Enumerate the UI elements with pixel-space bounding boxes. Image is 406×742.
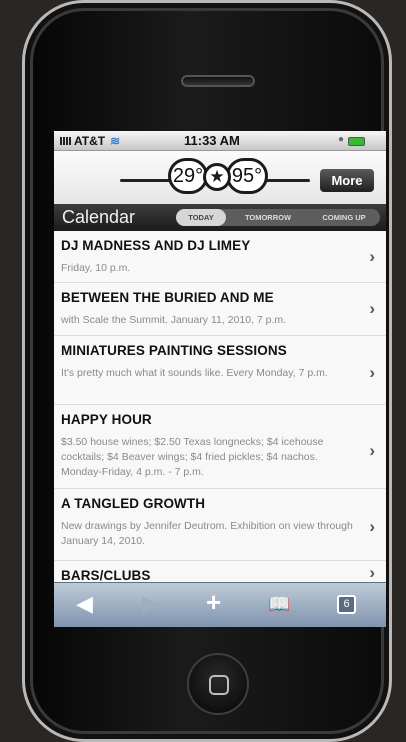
event-item-dj-madness[interactable]: DJ MADNESS AND DJ LIMEY Friday, 10 p.m. …	[54, 231, 386, 283]
event-title: DJ MADNESS AND DJ LIMEY	[61, 238, 251, 253]
phone-screen: AT&T ≋ 11:33 AM ● 29° 95° ★ More Calendar…	[54, 131, 386, 627]
event-title: BETWEEN THE BURIED AND ME	[61, 290, 274, 305]
status-bar: AT&T ≋ 11:33 AM ●	[54, 131, 386, 151]
home-button[interactable]	[187, 653, 249, 715]
carrier-label: AT&T	[74, 134, 106, 148]
event-description: New drawings by Jennifer Deutrom. Exhibi…	[61, 520, 353, 547]
event-item-tangled-growth[interactable]: A TANGLED GROWTH New drawings by Jennife…	[54, 489, 386, 561]
chevron-right-icon: ›	[369, 299, 375, 318]
calendar-title: Calendar	[62, 207, 136, 227]
plus-icon[interactable]: +	[206, 587, 221, 618]
status-time: 11:33 AM	[184, 133, 240, 148]
carrier-info: AT&T ≋	[60, 134, 120, 148]
event-item-miniatures[interactable]: MINIATURES PAINTING SESSIONS It's pretty…	[54, 336, 386, 405]
chevron-right-icon: ›	[369, 517, 375, 536]
forward-arrow-icon[interactable]: ▶	[142, 591, 159, 617]
wifi-icon: ≋	[110, 134, 121, 148]
event-item-happy-hour[interactable]: HAPPY HOUR $3.50 house wines; $2.50 Texa…	[54, 405, 386, 489]
more-button[interactable]: More	[320, 169, 374, 192]
battery-icon	[348, 137, 365, 146]
event-title: BARS/CLUBS	[61, 568, 151, 583]
star-icon: ★	[203, 163, 231, 191]
event-item-between-buried[interactable]: BETWEEN THE BURIED AND ME with Scale the…	[54, 283, 386, 336]
event-description: It's pretty much what it sounds like. Ev…	[61, 367, 328, 379]
event-description: Friday, 10 p.m.	[61, 262, 131, 274]
tab-today[interactable]: TODAY	[176, 209, 226, 226]
battery-indicator: ●	[338, 134, 368, 146]
home-square-icon	[209, 675, 229, 695]
calendar-header: Calendar TODAY TOMORROW COMING UP	[54, 204, 386, 231]
high-temperature: 95°	[226, 158, 268, 194]
back-arrow-icon[interactable]: ◀	[76, 591, 93, 617]
chevron-right-icon: ›	[369, 247, 375, 266]
event-title: HAPPY HOUR	[61, 412, 152, 427]
bookmarks-icon[interactable]: 📖	[268, 594, 290, 615]
event-description: $3.50 house wines; $2.50 Texas longnecks…	[61, 436, 324, 478]
lock-rotation-icon: ●	[338, 134, 345, 145]
tab-coming-up[interactable]: COMING UP	[308, 209, 380, 226]
event-list: DJ MADNESS AND DJ LIMEY Friday, 10 p.m. …	[54, 231, 386, 601]
calendar-tabs: TODAY TOMORROW COMING UP	[176, 209, 380, 226]
pages-icon[interactable]: 6	[337, 595, 356, 614]
chevron-right-icon: ›	[369, 441, 375, 460]
signal-icon	[60, 137, 72, 145]
event-title: A TANGLED GROWTH	[61, 496, 206, 511]
event-description: with Scale the Summit. January 11, 2010,…	[61, 314, 287, 326]
tab-tomorrow[interactable]: TOMORROW	[230, 209, 306, 226]
earpiece-speaker	[181, 75, 255, 87]
low-temperature: 29°	[168, 158, 208, 194]
browser-toolbar: ◀ ▶ + 📖 6	[54, 582, 386, 627]
weather-header: 29° 95° ★ More	[54, 151, 386, 204]
chevron-right-icon: ›	[369, 363, 375, 382]
chevron-right-icon: ›	[369, 563, 375, 582]
event-title: MINIATURES PAINTING SESSIONS	[61, 343, 287, 358]
